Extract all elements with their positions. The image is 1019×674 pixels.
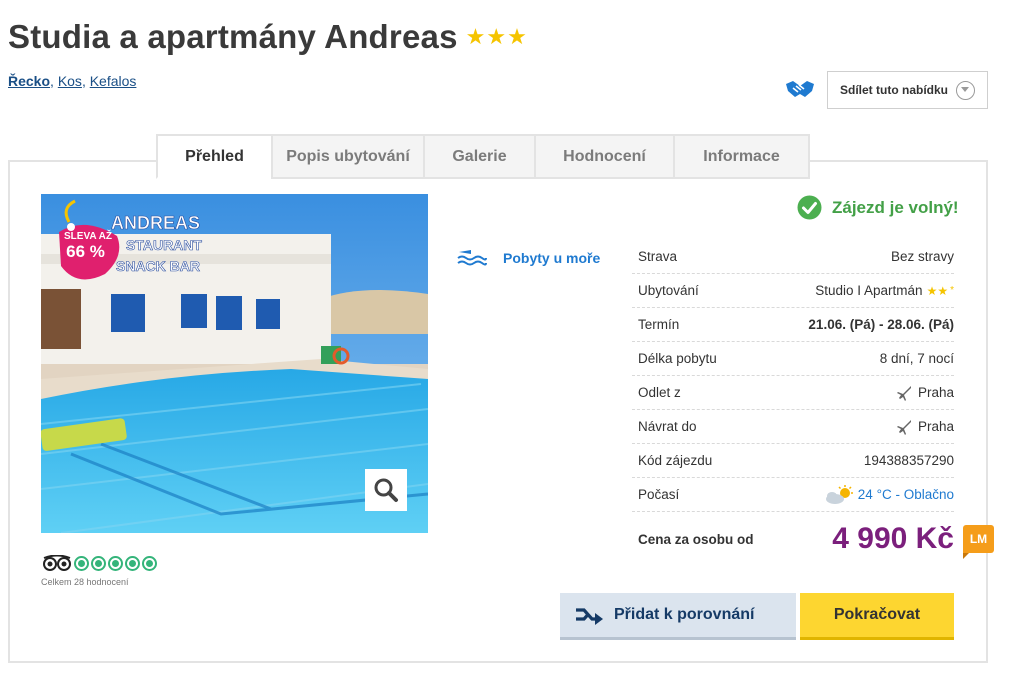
- detail-value: Praha: [917, 419, 954, 434]
- page-header: Studia a apartmány Andreas ★★★: [8, 18, 528, 56]
- tripadvisor-owl-icon: [43, 555, 71, 571]
- tab-overview[interactable]: Přehled: [156, 134, 273, 179]
- share-offer-label: Sdílet tuto nabídku: [840, 83, 948, 97]
- tab-bar: Přehled Popis ubytování Galerie Hodnocen…: [156, 134, 810, 179]
- breadcrumb-separator: ,: [81, 73, 90, 89]
- rating-bubble: [91, 555, 106, 571]
- tab-information[interactable]: Informace: [673, 134, 810, 179]
- detail-value: 194388357290: [863, 453, 954, 468]
- detail-label: Délka pobytu: [638, 351, 717, 366]
- sea-stays-link[interactable]: Pobyty u moře: [457, 249, 600, 267]
- availability-label: Zájezd je volný!: [832, 197, 959, 217]
- check-circle-icon: [797, 195, 822, 220]
- sea-stays-label: Pobyty u moře: [503, 250, 601, 266]
- detail-label: Návrat do: [638, 419, 697, 434]
- detail-row-dates: Termín 21.06. (Pá) - 28.06. (Pá): [632, 308, 954, 342]
- partly-cloudy-icon: [825, 484, 853, 504]
- breadcrumb-separator: ,: [50, 73, 58, 89]
- handshake-icon[interactable]: [785, 78, 815, 100]
- airplane-icon: [896, 419, 911, 435]
- detail-label: Ubytování: [638, 283, 699, 298]
- review-count: Celkem 28 hodnocení: [41, 577, 129, 587]
- breadcrumb-town[interactable]: Kefalos: [90, 73, 137, 89]
- room-stars: ★★: [926, 283, 949, 298]
- detail-label: Strava: [638, 249, 678, 264]
- tripadvisor-rating[interactable]: [42, 555, 157, 571]
- magnifier-icon: [374, 478, 398, 502]
- price-value: 4 990 Kč: [832, 522, 954, 555]
- detail-row-duration: Délka pobytu 8 dní, 7 nocí: [632, 342, 954, 376]
- rating-bubble: [142, 555, 157, 571]
- rating-bubble: [74, 555, 89, 571]
- breadcrumb: Řecko, Kos, Kefalos: [8, 73, 136, 89]
- tab-gallery[interactable]: Galerie: [423, 134, 536, 179]
- detail-value: 24 °C - Oblačno: [857, 487, 954, 502]
- breadcrumb-island[interactable]: Kos: [58, 73, 82, 89]
- detail-label: Odlet z: [638, 385, 681, 400]
- compare-arrows-icon: [576, 608, 603, 625]
- add-to-compare-label: Přidat k porovnání: [614, 606, 755, 623]
- sale-percent: 66 %: [66, 242, 105, 261]
- tab-reviews[interactable]: Hodnocení: [534, 134, 675, 179]
- detail-label: Kód zájezdu: [638, 453, 713, 468]
- detail-value: Bez stravy: [890, 249, 954, 264]
- photo-sign-restaurant: STAURANT: [126, 237, 202, 253]
- share-offer-dropdown[interactable]: Sdílet tuto nabídku: [827, 71, 988, 109]
- detail-value: Praha: [917, 385, 954, 400]
- detail-row-departure: Odlet z Praha: [632, 376, 954, 410]
- detail-row-return: Návrat do Praha: [632, 410, 954, 444]
- hotel-title: Studia a apartmány Andreas: [8, 18, 458, 55]
- detail-label: Počasí: [638, 487, 680, 502]
- detail-value: 8 dní, 7 nocí: [879, 351, 954, 366]
- airplane-icon: [896, 385, 911, 401]
- tab-accommodation[interactable]: Popis ubytování: [271, 134, 425, 179]
- zoom-button[interactable]: [365, 469, 407, 511]
- breadcrumb-country[interactable]: Řecko: [8, 73, 50, 89]
- price-label: Cena za osobu od: [638, 531, 754, 547]
- last-minute-badge: LM: [963, 525, 994, 559]
- sea-waves-icon: [457, 250, 487, 266]
- rating-bubble: [108, 555, 123, 571]
- price-row: Cena za osobu od 4 990 Kč: [632, 522, 954, 556]
- rating-bubble: [125, 555, 140, 571]
- hotel-stars: ★★★: [465, 24, 528, 49]
- sale-label: SLEVA AŽ: [64, 231, 112, 242]
- continue-button[interactable]: Pokračovat: [800, 593, 954, 640]
- trip-details: Strava Bez stravy Ubytování Studio I Apa…: [632, 240, 954, 512]
- room-stars-plus: *: [950, 285, 954, 296]
- detail-value: 21.06. (Pá) - 28.06. (Pá): [808, 317, 954, 332]
- detail-row-board: Strava Bez stravy: [632, 240, 954, 274]
- detail-label: Termín: [638, 317, 680, 332]
- detail-row-weather: Počasí 24 °C - Oblačno: [632, 478, 954, 512]
- detail-value: Studio I Apartmán: [815, 283, 923, 298]
- chevron-down-icon: [956, 81, 975, 100]
- detail-row-code: Kód zájezdu 194388357290: [632, 444, 954, 478]
- add-to-compare-button[interactable]: Přidat k porovnání: [560, 593, 796, 640]
- detail-row-accommodation: Ubytování Studio I Apartmán ★★ *: [632, 274, 954, 308]
- availability-status: Zájezd je volný!: [797, 195, 959, 220]
